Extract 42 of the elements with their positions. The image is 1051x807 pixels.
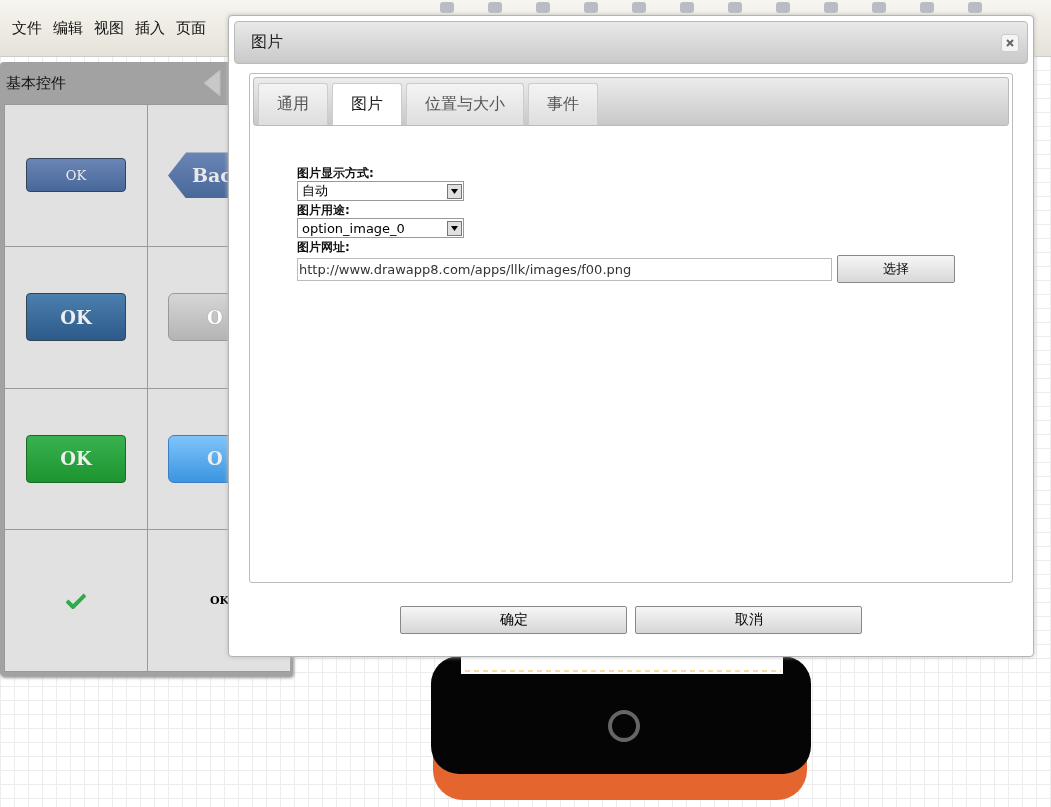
toolbar-icon[interactable]	[776, 2, 790, 13]
dropdown-arrow-icon	[451, 188, 458, 194]
toolbar-icon[interactable]	[584, 2, 598, 13]
toolbar-icon[interactable]	[728, 2, 742, 13]
ok-button-widget[interactable]: OK	[26, 158, 126, 193]
field-label: 图片网址:	[297, 240, 350, 255]
toolbar-icon[interactable]	[824, 2, 838, 13]
toolbar-icon[interactable]	[536, 2, 550, 13]
toolbar-icon[interactable]	[440, 2, 454, 13]
ok-button-widget[interactable]: OK	[26, 293, 126, 342]
menu-item[interactable]: 插入	[135, 18, 165, 38]
close-icon	[1006, 38, 1014, 47]
checkmark-icon[interactable]	[66, 592, 86, 609]
dropdown[interactable]: 自动	[297, 181, 464, 201]
text-widget[interactable]: OK	[210, 594, 230, 608]
menu-item[interactable]: 编辑	[53, 18, 83, 38]
close-button[interactable]	[1001, 33, 1019, 52]
tab[interactable]: 图片	[332, 83, 402, 125]
confirm-button[interactable]: 确定	[400, 606, 627, 634]
dialog-title: 图片	[251, 32, 283, 53]
cancel-button[interactable]: 取消	[635, 606, 862, 634]
toolbar-icon[interactable]	[968, 2, 982, 13]
collapse-arrow-icon[interactable]	[203, 69, 221, 97]
dropdown[interactable]: option_image_0	[297, 218, 464, 238]
menu-item[interactable]: 页面	[176, 18, 206, 38]
panel-title: 基本控件	[6, 73, 66, 93]
menu-item[interactable]: 视图	[94, 18, 124, 38]
tab[interactable]: 通用	[258, 83, 328, 125]
toolbar-icon[interactable]	[680, 2, 694, 13]
field-label: 图片用途:	[297, 203, 350, 218]
field-label: 图片显示方式:	[297, 166, 374, 181]
toolbar-icon[interactable]	[920, 2, 934, 13]
toolbar-icon[interactable]	[488, 2, 502, 13]
menu-item[interactable]: 文件	[12, 18, 42, 38]
tab[interactable]: 位置与大小	[406, 83, 524, 125]
url-input-field[interactable]: http://www.drawapp8.com/apps/llk/images/f00.png	[297, 257, 832, 281]
dropdown-arrow-icon	[451, 225, 458, 231]
back-button-widget[interactable]: Bac	[168, 152, 231, 199]
tab[interactable]: 事件	[528, 83, 598, 125]
toolbar-icon[interactable]	[872, 2, 886, 13]
toolbar-icon[interactable]	[632, 2, 646, 13]
choose-button[interactable]: 选择	[837, 255, 955, 283]
